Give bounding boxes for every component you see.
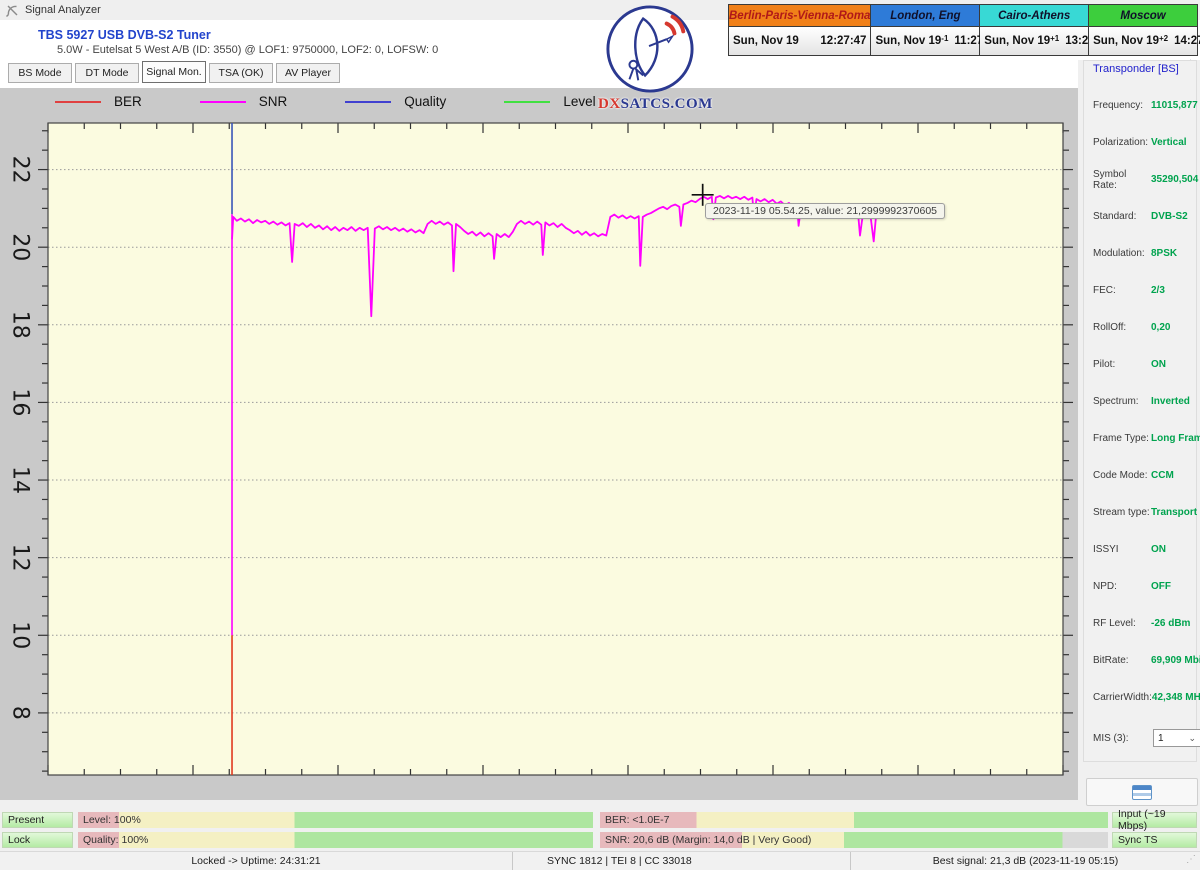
transponder-title: Transponder [BS]: [1093, 63, 1179, 75]
clock-region-label: Cairo-Athens: [980, 5, 1089, 27]
plot-background: [48, 123, 1063, 775]
level-meter: Level: 100%: [78, 812, 593, 828]
tab-tsa[interactable]: TSA (OK): [209, 63, 273, 83]
transponder-rows: Frequency:11015,877 MHz Polarization:Ver…: [1093, 87, 1200, 716]
logo-text: DXSATCS.COM: [598, 96, 713, 112]
device-subtitle: 5.0W - Eutelsat 5 West A/B (ID: 3550) @ …: [57, 44, 439, 56]
sync-ts-box: Sync TS: [1112, 832, 1197, 848]
y-axis-label: 20: [8, 233, 33, 261]
transponder-row-npd: NPD: OFF: [1093, 581, 1171, 592]
clock-utc-offset: +1: [1050, 33, 1060, 43]
snr-meter: SNR: 20,6 dB (Margin: 14,0 dB | Very Goo…: [600, 832, 1108, 848]
clock-region-label: Berlin-Paris-Vienna-Roma: [729, 5, 871, 27]
y-axis-label: 12: [8, 544, 33, 572]
clock-moscow: Moscow Sun, Nov 19+2 14:27: [1089, 5, 1200, 55]
clock-date: Sun, Nov 19: [984, 35, 1051, 47]
clock-utc-offset: +2: [1158, 33, 1169, 43]
world-clocks: Berlin-Paris-Vienna-Roma Sun, Nov 19 12:2…: [728, 4, 1200, 56]
y-axis-label: 18: [8, 311, 33, 339]
mis-selected-value: 1: [1158, 732, 1164, 744]
app-icon: [6, 5, 18, 17]
transponder-row-spectrum: Spectrum: Inverted: [1093, 396, 1190, 407]
tab-dt-mode[interactable]: DT Mode: [75, 63, 139, 83]
transponder-row-stream-type: Stream type: Transport: [1093, 507, 1198, 518]
y-axis-label: 10: [8, 621, 33, 649]
clock-date: Sun, Nov 19: [733, 35, 799, 47]
record-device-button[interactable]: [1086, 778, 1198, 806]
clock-time: 14:27: [1174, 35, 1200, 47]
transponder-row-carrierwidth: CarrierWidth:42,348 MHz: [1093, 692, 1200, 703]
best-signal-status: Best signal: 21,3 dB (2023-11-19 05:15): [850, 852, 1200, 870]
resize-grip[interactable]: ⋰: [1186, 854, 1197, 865]
transponder-row-symbol-rate: Symbol Rate:35290,504 KS/s: [1093, 168, 1200, 191]
chevron-down-icon: ⌄: [1188, 732, 1196, 743]
transponder-groupbox: Transponder [BS] Frequency:11015,877 MHz…: [1083, 60, 1200, 762]
transponder-row-fec: FEC: 2/3: [1093, 285, 1165, 296]
y-axis-label: 8: [8, 706, 33, 720]
right-panel: Transponder [BS] Frequency:11015,877 MHz…: [1078, 60, 1200, 810]
clock-berlin-paris-vienna-roma: Berlin-Paris-Vienna-Roma Sun, Nov 19 12:2…: [729, 5, 872, 55]
transponder-row-standard: Standard: DVB-S2: [1093, 211, 1188, 222]
transponder-row-modulation: Modulation: 8PSK: [1093, 248, 1178, 259]
y-axis-label: 16: [8, 388, 33, 416]
transponder-row-frequency: Frequency:11015,877 MHz: [1093, 100, 1200, 111]
chart-tooltip: 2023-11-19 05.54.25, value: 21,299999237…: [705, 203, 946, 219]
ber-meter: BER: <1.0E-7: [600, 812, 1108, 828]
y-axis-label: 14: [8, 466, 33, 494]
uptime-status: Locked -> Uptime: 24:31:21: [191, 855, 321, 867]
window-title: Signal Analyzer: [25, 4, 101, 16]
mis-row: MIS (3): 1 ⌄: [1093, 729, 1200, 747]
clock-date: Sun, Nov 19: [875, 35, 942, 47]
mis-label: MIS (3):: [1093, 732, 1129, 744]
clock-date: Sun, Nov 19: [1093, 35, 1159, 47]
tab-bs-mode[interactable]: BS Mode: [8, 63, 72, 83]
transponder-row-rf-level: RF Level: -26 dBm: [1093, 618, 1191, 629]
meter-strip: Present Level: 100% BER: <1.0E-7 Input (…: [0, 808, 1200, 852]
transponder-row-code-mode: Code Mode: CCM: [1093, 470, 1174, 481]
clock-region-label: London, Eng: [871, 5, 980, 27]
transponder-row-rolloff: RollOff: 0,20: [1093, 322, 1171, 333]
quality-meter: Quality: 100%: [78, 832, 593, 848]
clock-cairo-athens: Cairo-Athens Sun, Nov 19 +1 13:27: [980, 5, 1095, 55]
signal-plot[interactable]: 8 10 12 14 16 18 20 22: [0, 88, 1078, 800]
tab-bar: BS Mode DT Mode Signal Mon. TSA (OK) AV …: [8, 61, 340, 83]
input-rate-box: Input (~19 Mbps): [1112, 808, 1197, 832]
disk-icon: [1132, 784, 1152, 800]
y-axis-label: 22: [8, 156, 33, 184]
transponder-row-issyi: ISSYI ON: [1093, 544, 1166, 555]
clock-utc-offset: -1: [941, 33, 949, 43]
device-title: TBS 5927 USB DVB-S2 Tuner: [38, 28, 211, 42]
transponder-row-bitrate: BitRate:69,909 Mbit/s: [1093, 655, 1200, 666]
satellite-dish-icon: [606, 5, 694, 93]
status-bar: Locked -> Uptime: 24:31:21 SYNC 1812 | T…: [0, 851, 1200, 870]
tab-signal-mon[interactable]: Signal Mon.: [142, 61, 206, 83]
clock-time: 12:27:47: [820, 35, 867, 47]
lock-flag: Lock: [2, 832, 73, 848]
transponder-row-polarization: Polarization: Vertical: [1093, 137, 1187, 148]
signal-chart-area: BER SNR Quality Level 8 10 12 14 16 18 20 22 20…: [0, 88, 1078, 800]
clock-region-label: Moscow: [1089, 5, 1197, 27]
transponder-row-pilot: Pilot: ON: [1093, 359, 1166, 370]
dxsatcs-logo: DXSATCS.COM: [598, 3, 713, 115]
clock-london: London, Eng Sun, Nov 19 -1 11:27:47: [871, 5, 1000, 55]
present-flag: Present: [2, 812, 73, 828]
transponder-row-frame-type: Frame Type:Long Frame: [1093, 433, 1200, 444]
tab-av-player[interactable]: AV Player: [276, 63, 340, 83]
mis-select[interactable]: 1 ⌄: [1153, 729, 1200, 747]
sync-status: SYNC 1812 | TEI 8 | CC 33018: [512, 852, 850, 870]
